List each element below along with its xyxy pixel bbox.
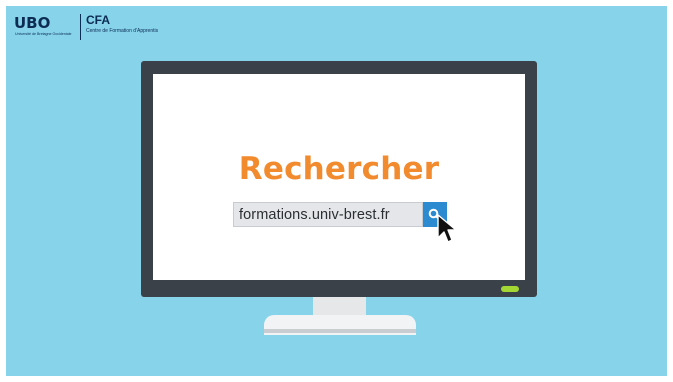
- power-indicator: [501, 286, 519, 292]
- search-input-value: formations.univ-brest.fr: [239, 206, 390, 223]
- search-input[interactable]: formations.univ-brest.fr: [233, 202, 423, 227]
- logo-divider: [80, 14, 81, 40]
- monitor: Rechercher formations.univ-brest.fr: [141, 61, 537, 297]
- mouse-pointer-icon: [437, 214, 457, 243]
- ubo-logo-wordmark: UBO: [14, 14, 51, 32]
- monitor-screen: Rechercher formations.univ-brest.fr: [153, 74, 525, 280]
- cfa-subtitle: Centre de Formation d'Apprentis: [86, 28, 159, 34]
- illustration-frame: UBO Université de Bretagne Occidentale C…: [6, 6, 667, 376]
- monitor-stand-base-edge: [264, 329, 416, 333]
- search-headline: Rechercher: [238, 151, 440, 187]
- ubo-logo-subtitle: Université de Bretagne Occidentale: [15, 32, 72, 36]
- cfa-title: CFA: [86, 13, 110, 27]
